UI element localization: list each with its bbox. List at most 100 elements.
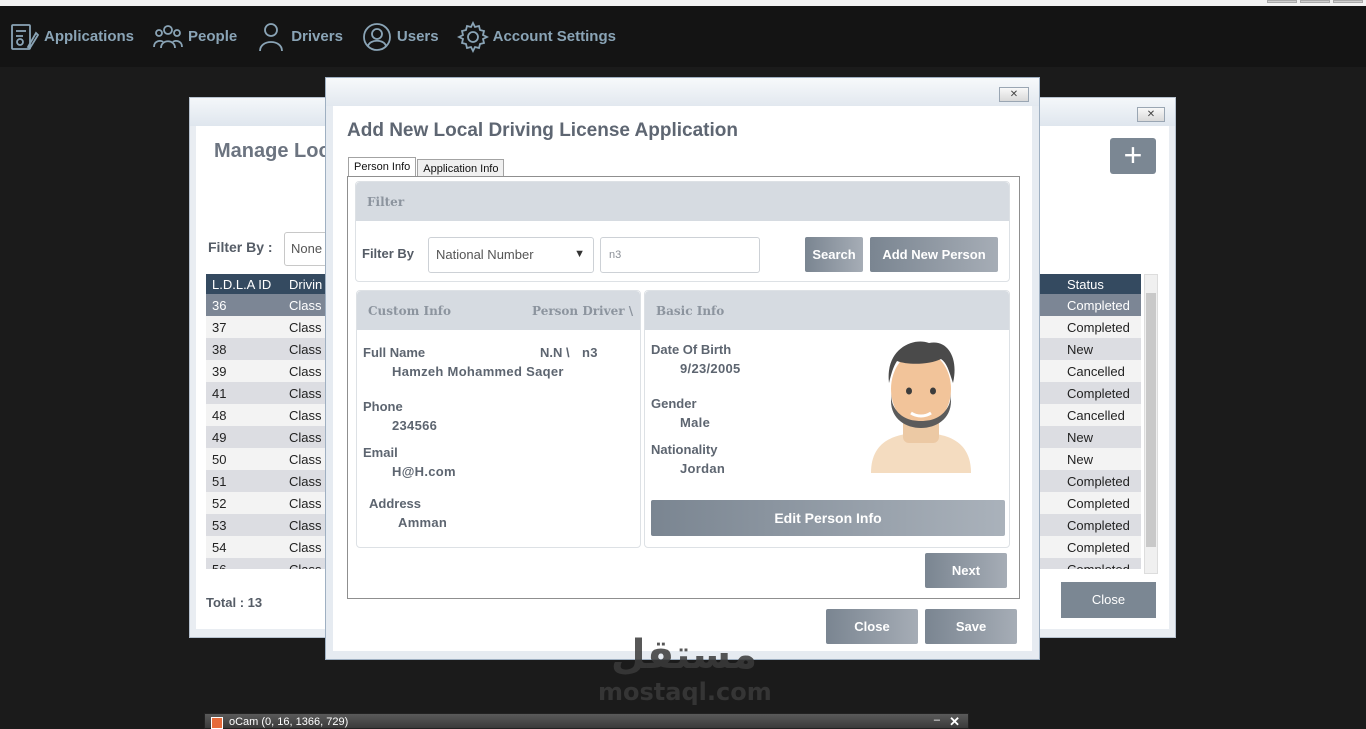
search-button[interactable]: Search: [805, 237, 863, 272]
cell-status: Completed: [1067, 386, 1130, 401]
next-button[interactable]: Next: [925, 553, 1007, 588]
watermark-latin: mostaql.com: [598, 678, 772, 706]
cell-id: 51: [212, 474, 227, 489]
custom-info-header: Custom Info Person Driver \: [357, 291, 640, 330]
person-avatar-icon: [871, 341, 971, 473]
nav-people-label: People: [188, 28, 238, 45]
dialog-close-button[interactable]: Close: [826, 609, 918, 644]
cell-status: Completed: [1067, 474, 1130, 489]
nav-account-settings[interactable]: Account Settings: [456, 20, 616, 53]
cell-status: Completed: [1067, 320, 1130, 335]
custom-info-title: Custom Info: [368, 304, 451, 318]
nationality-label: Nationality: [651, 442, 718, 457]
nav-applications-label: Applications: [44, 28, 135, 45]
cell-status: Completed: [1067, 518, 1130, 533]
cell-id: 41: [212, 386, 227, 401]
dialog-tabs: Person Info Application Info: [348, 157, 505, 177]
national-number-label: N.N \: [540, 345, 570, 360]
cell-id: 50: [212, 452, 227, 467]
ocam-close-button[interactable]: ✕: [949, 714, 960, 729]
add-application-button[interactable]: +: [1110, 138, 1156, 174]
cell-id: 54: [212, 540, 227, 555]
chevron-down-icon: ▼: [574, 248, 585, 260]
cell-id: 38: [212, 342, 227, 357]
col-header-class[interactable]: Drivin: [289, 277, 322, 292]
cell-id: 36: [212, 298, 227, 313]
cell-status: Completed: [1067, 298, 1130, 313]
nav-drivers-label: Drivers: [291, 28, 343, 45]
basic-info-title: Basic Info: [656, 304, 725, 318]
nav-users[interactable]: Users: [361, 21, 439, 53]
cell-status: New: [1067, 430, 1094, 445]
email-label: Email: [363, 445, 398, 460]
dob-value: 9/23/2005: [680, 361, 741, 376]
people-icon: [153, 24, 183, 48]
filter-value-input[interactable]: n3: [600, 237, 760, 273]
manage-window-close-button[interactable]: ✕: [1137, 107, 1165, 122]
filter-by-selected: National Number: [436, 247, 534, 262]
address-label: Address: [369, 496, 422, 511]
maximize-window-button[interactable]: [1300, 0, 1330, 3]
dialog-close-x-button[interactable]: ✕: [999, 87, 1029, 102]
cell-status: Completed: [1067, 562, 1130, 569]
gear-icon: [456, 20, 489, 53]
person-info-panel: Filter Filter By National Number ▼ n3 Se…: [347, 176, 1020, 599]
add-new-person-button[interactable]: Add New Person: [870, 237, 998, 272]
nav-applications[interactable]: Applications: [8, 21, 134, 53]
applications-icon: [11, 23, 40, 50]
dialog-title: Add New Local Driving License Applicatio…: [347, 120, 738, 141]
col-header-status[interactable]: Status: [1067, 277, 1104, 292]
nationality-value: Jordan: [680, 461, 726, 476]
cell-id: 52: [212, 496, 227, 511]
nav-users-label: Users: [396, 28, 439, 45]
ocam-taskbar-window[interactable]: oCam (0, 16, 1366, 729) – ✕: [204, 713, 969, 729]
email-value: H@H.com: [392, 464, 456, 479]
nav-drivers[interactable]: Drivers: [255, 21, 343, 53]
address-value: Amman: [398, 515, 448, 530]
dialog-titlebar: [326, 78, 1039, 106]
phone-label: Phone: [363, 399, 403, 414]
cell-status: Cancelled: [1067, 364, 1125, 379]
national-number-value: n3: [582, 345, 598, 360]
watermark-arabic: مستقل: [610, 632, 758, 678]
minimize-window-button[interactable]: [1267, 0, 1297, 3]
tab-person-info[interactable]: Person Info: [348, 157, 417, 177]
gender-value: Male: [680, 415, 711, 430]
cell-status: New: [1067, 342, 1094, 357]
full-name-value: Hamzeh Mohammed Saqer: [392, 364, 564, 379]
col-header-id[interactable]: L.D.L.A ID: [212, 277, 271, 292]
filter-header: Filter: [356, 182, 1009, 221]
total-count: Total : 13: [206, 595, 263, 610]
add-application-dialog: ✕ Add New Local Driving License Applicat…: [325, 77, 1040, 660]
tab-application-info[interactable]: Application Info: [417, 159, 505, 177]
nav-account-settings-label: Account Settings: [492, 28, 616, 45]
cell-id: 39: [212, 364, 227, 379]
filter-by-label: Filter By: [362, 246, 415, 261]
custom-info-card: Custom Info Person Driver \ Full Name Ha…: [356, 290, 641, 548]
basic-info-header: Basic Info: [645, 291, 1009, 330]
driver-icon: [259, 22, 284, 51]
edit-person-info-button[interactable]: Edit Person Info: [651, 500, 1005, 536]
manage-close-button[interactable]: Close: [1061, 582, 1156, 618]
ocam-title: oCam (0, 16, 1366, 729): [229, 716, 349, 728]
close-window-button[interactable]: [1333, 0, 1363, 3]
save-button[interactable]: Save: [925, 609, 1017, 644]
grid-scrollbar[interactable]: [1144, 274, 1158, 574]
cell-status: Completed: [1067, 540, 1130, 555]
cell-id: 49: [212, 430, 227, 445]
nav-people[interactable]: People: [152, 21, 237, 53]
person-driver-title: Person Driver \: [532, 304, 634, 318]
cell-status: Cancelled: [1067, 408, 1125, 423]
mostaql-watermark: مستقل mostaql.com: [598, 632, 772, 714]
ocam-minimize-button[interactable]: –: [934, 714, 940, 726]
main-menu-bar: Applications People Drivers Users Accoun…: [0, 6, 1366, 67]
gender-label: Gender: [651, 396, 697, 411]
dob-label: Date Of Birth: [651, 342, 732, 357]
phone-value: 234566: [392, 418, 438, 433]
full-name-label: Full Name: [363, 345, 426, 360]
filter-by-select[interactable]: National Number ▼: [428, 237, 594, 273]
cell-id: 48: [212, 408, 227, 423]
grid-scrollbar-thumb[interactable]: [1146, 293, 1156, 547]
user-icon: [363, 22, 391, 51]
manage-filter-label: Filter By :: [208, 239, 273, 255]
